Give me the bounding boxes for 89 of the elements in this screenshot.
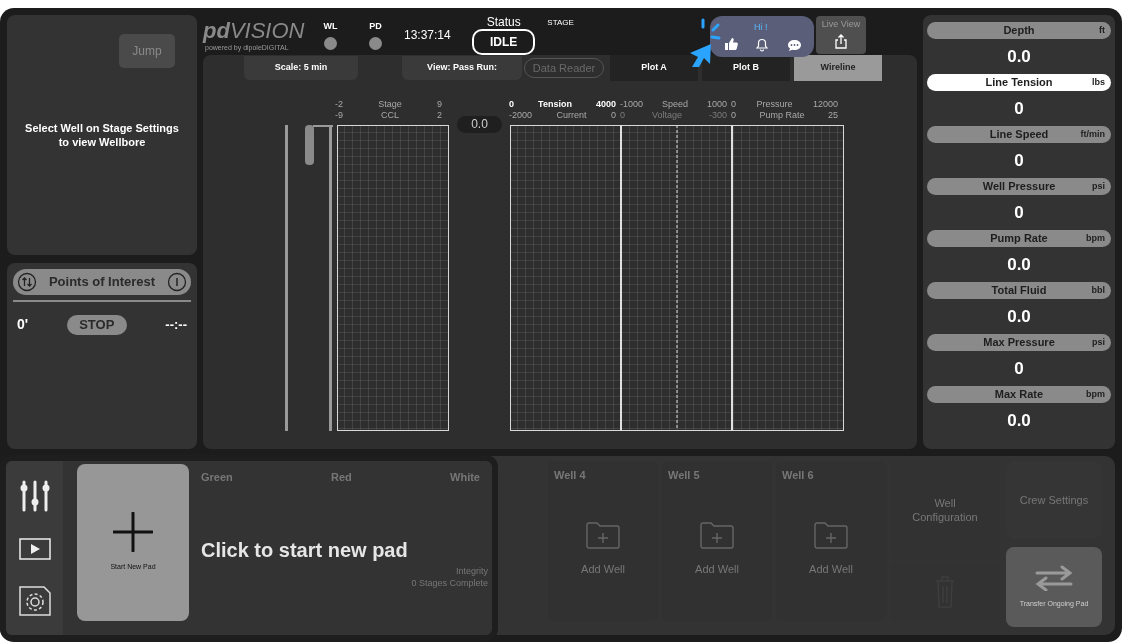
curve-scale: 0 Voltage -300 xyxy=(619,110,728,121)
swap-vertical-icon[interactable] xyxy=(17,272,37,292)
status-label: Status xyxy=(486,15,521,29)
info-icon[interactable] xyxy=(167,272,187,292)
crew-settings-label: Crew Settings xyxy=(1019,492,1089,508)
well-title: Well 6 xyxy=(782,468,814,483)
readout-unit: ft/min xyxy=(1080,127,1105,141)
notification-bubble[interactable]: Hi ! xyxy=(710,16,814,57)
curve-scale: 0 Tension 4000 xyxy=(508,99,617,110)
readout-unit: ft xyxy=(1099,23,1105,37)
readout-unit: bpm xyxy=(1086,231,1105,245)
scale-label[interactable]: Scale: 5 min xyxy=(244,56,358,80)
readout-label-bar[interactable]: Max Rate bpm xyxy=(927,386,1111,403)
readout-value: 0.0 xyxy=(1007,306,1031,328)
curve-scale: 0 Pump Rate 25 xyxy=(730,110,839,121)
well-title: Well 4 xyxy=(554,468,586,483)
readout-value: 0 xyxy=(1014,150,1024,172)
readout-label: Depth xyxy=(1003,23,1035,39)
indicator-label: PD xyxy=(369,19,382,33)
readout-unit: bbl xyxy=(1091,283,1105,297)
curve-scale: -2 Stage 9 xyxy=(334,99,443,110)
faded-pad-text: 0 Stages Complete xyxy=(411,577,488,589)
column-label: Green xyxy=(201,470,233,485)
readout-label: Max Rate xyxy=(994,387,1044,403)
add-well-label: Add Well xyxy=(809,561,853,577)
readout-value: 0 xyxy=(1014,358,1024,380)
readout-unit: bpm xyxy=(1086,387,1105,401)
plot-tab[interactable]: Wireline xyxy=(794,55,882,81)
chat-icon[interactable] xyxy=(787,39,802,52)
readout-label: Total Fluid xyxy=(991,283,1047,299)
folder-plus-icon xyxy=(586,521,620,549)
curve-scale: -2000 Current 0 xyxy=(508,110,617,121)
jump-button[interactable]: Jump xyxy=(119,34,175,68)
plus-icon xyxy=(113,512,153,553)
add-well-label: Add Well xyxy=(581,561,625,577)
thumbs-up-icon[interactable] xyxy=(724,37,738,50)
greeting-text: Hi ! xyxy=(754,21,768,34)
depth-value: 0' xyxy=(17,315,29,334)
readout-label-bar[interactable]: Depth ft xyxy=(927,22,1111,39)
plot-tab[interactable]: Plot A xyxy=(610,55,698,81)
folder-plus-icon xyxy=(700,521,734,549)
readout-label: Pump Rate xyxy=(990,231,1048,247)
readout-label-bar[interactable]: Well Pressure psi xyxy=(927,178,1111,195)
live-view-button[interactable]: Live View xyxy=(816,16,866,54)
readout-label: Max Pressure xyxy=(983,335,1055,351)
well-title: Well 5 xyxy=(668,468,700,483)
app-logo: pdVISION xyxy=(203,18,306,44)
readout-label: Well Pressure xyxy=(982,179,1056,195)
column-label: Red xyxy=(331,470,352,485)
readout-label: Line Speed xyxy=(989,127,1049,143)
share-icon xyxy=(834,33,848,49)
curve-scale: -1000 Speed 1000 xyxy=(619,99,728,110)
readout-value: 0 xyxy=(1014,98,1024,120)
indicator-label: WL xyxy=(323,19,338,33)
stage-label: STAGE xyxy=(547,17,574,29)
readout-value: 0.0 xyxy=(1007,46,1031,68)
plot-tab[interactable]: Plot B xyxy=(702,55,790,81)
readout-label-bar[interactable]: Total Fluid bbl xyxy=(927,282,1111,299)
readout-value: 0 xyxy=(1014,202,1024,224)
readout-label-bar[interactable]: Line Speed ft/min xyxy=(927,126,1111,143)
readout-label-bar[interactable]: Pump Rate bpm xyxy=(927,230,1111,247)
settings-file-icon[interactable] xyxy=(18,586,51,616)
time-value: --:-- xyxy=(165,315,187,334)
stop-button[interactable]: STOP xyxy=(66,314,127,335)
curve-scale: -9 CCL 2 xyxy=(334,110,443,121)
well-configuration-label: Well Configuration xyxy=(911,496,979,524)
faded-pad-text: Integrity xyxy=(456,565,488,577)
readout-value: 0.0 xyxy=(1007,410,1031,432)
column-label: White xyxy=(450,470,480,485)
clock-time: 13:37:14 xyxy=(404,27,452,44)
readout-label-bar[interactable]: Line Tension lbs xyxy=(927,74,1111,91)
bell-icon[interactable] xyxy=(754,36,770,52)
readout-unit: lbs xyxy=(1092,75,1105,89)
folder-plus-icon xyxy=(814,521,848,549)
readout-value: 0.0 xyxy=(1007,254,1031,276)
wellbore-message: Select Well on Stage Settings to view Wellbore xyxy=(24,121,180,149)
readout-unit: psi xyxy=(1092,335,1105,349)
sliders-icon[interactable] xyxy=(18,480,51,512)
curve-scale: 0 Pressure 12000 xyxy=(730,99,839,110)
add-well-label: Add Well xyxy=(695,561,739,577)
play-icon[interactable] xyxy=(18,538,51,560)
depth-marker: 0.0 xyxy=(457,116,502,133)
readout-label: Line Tension xyxy=(985,75,1053,91)
readout-unit: psi xyxy=(1092,179,1105,193)
points-of-interest-title: Points of Interest xyxy=(47,273,157,292)
start-pad-prompt: Click to start new pad xyxy=(201,538,408,563)
swap-arrows-icon xyxy=(1034,564,1074,591)
view-label[interactable]: View: Pass Run: xyxy=(402,56,522,80)
readout-label-bar[interactable]: Max Pressure psi xyxy=(927,334,1111,351)
